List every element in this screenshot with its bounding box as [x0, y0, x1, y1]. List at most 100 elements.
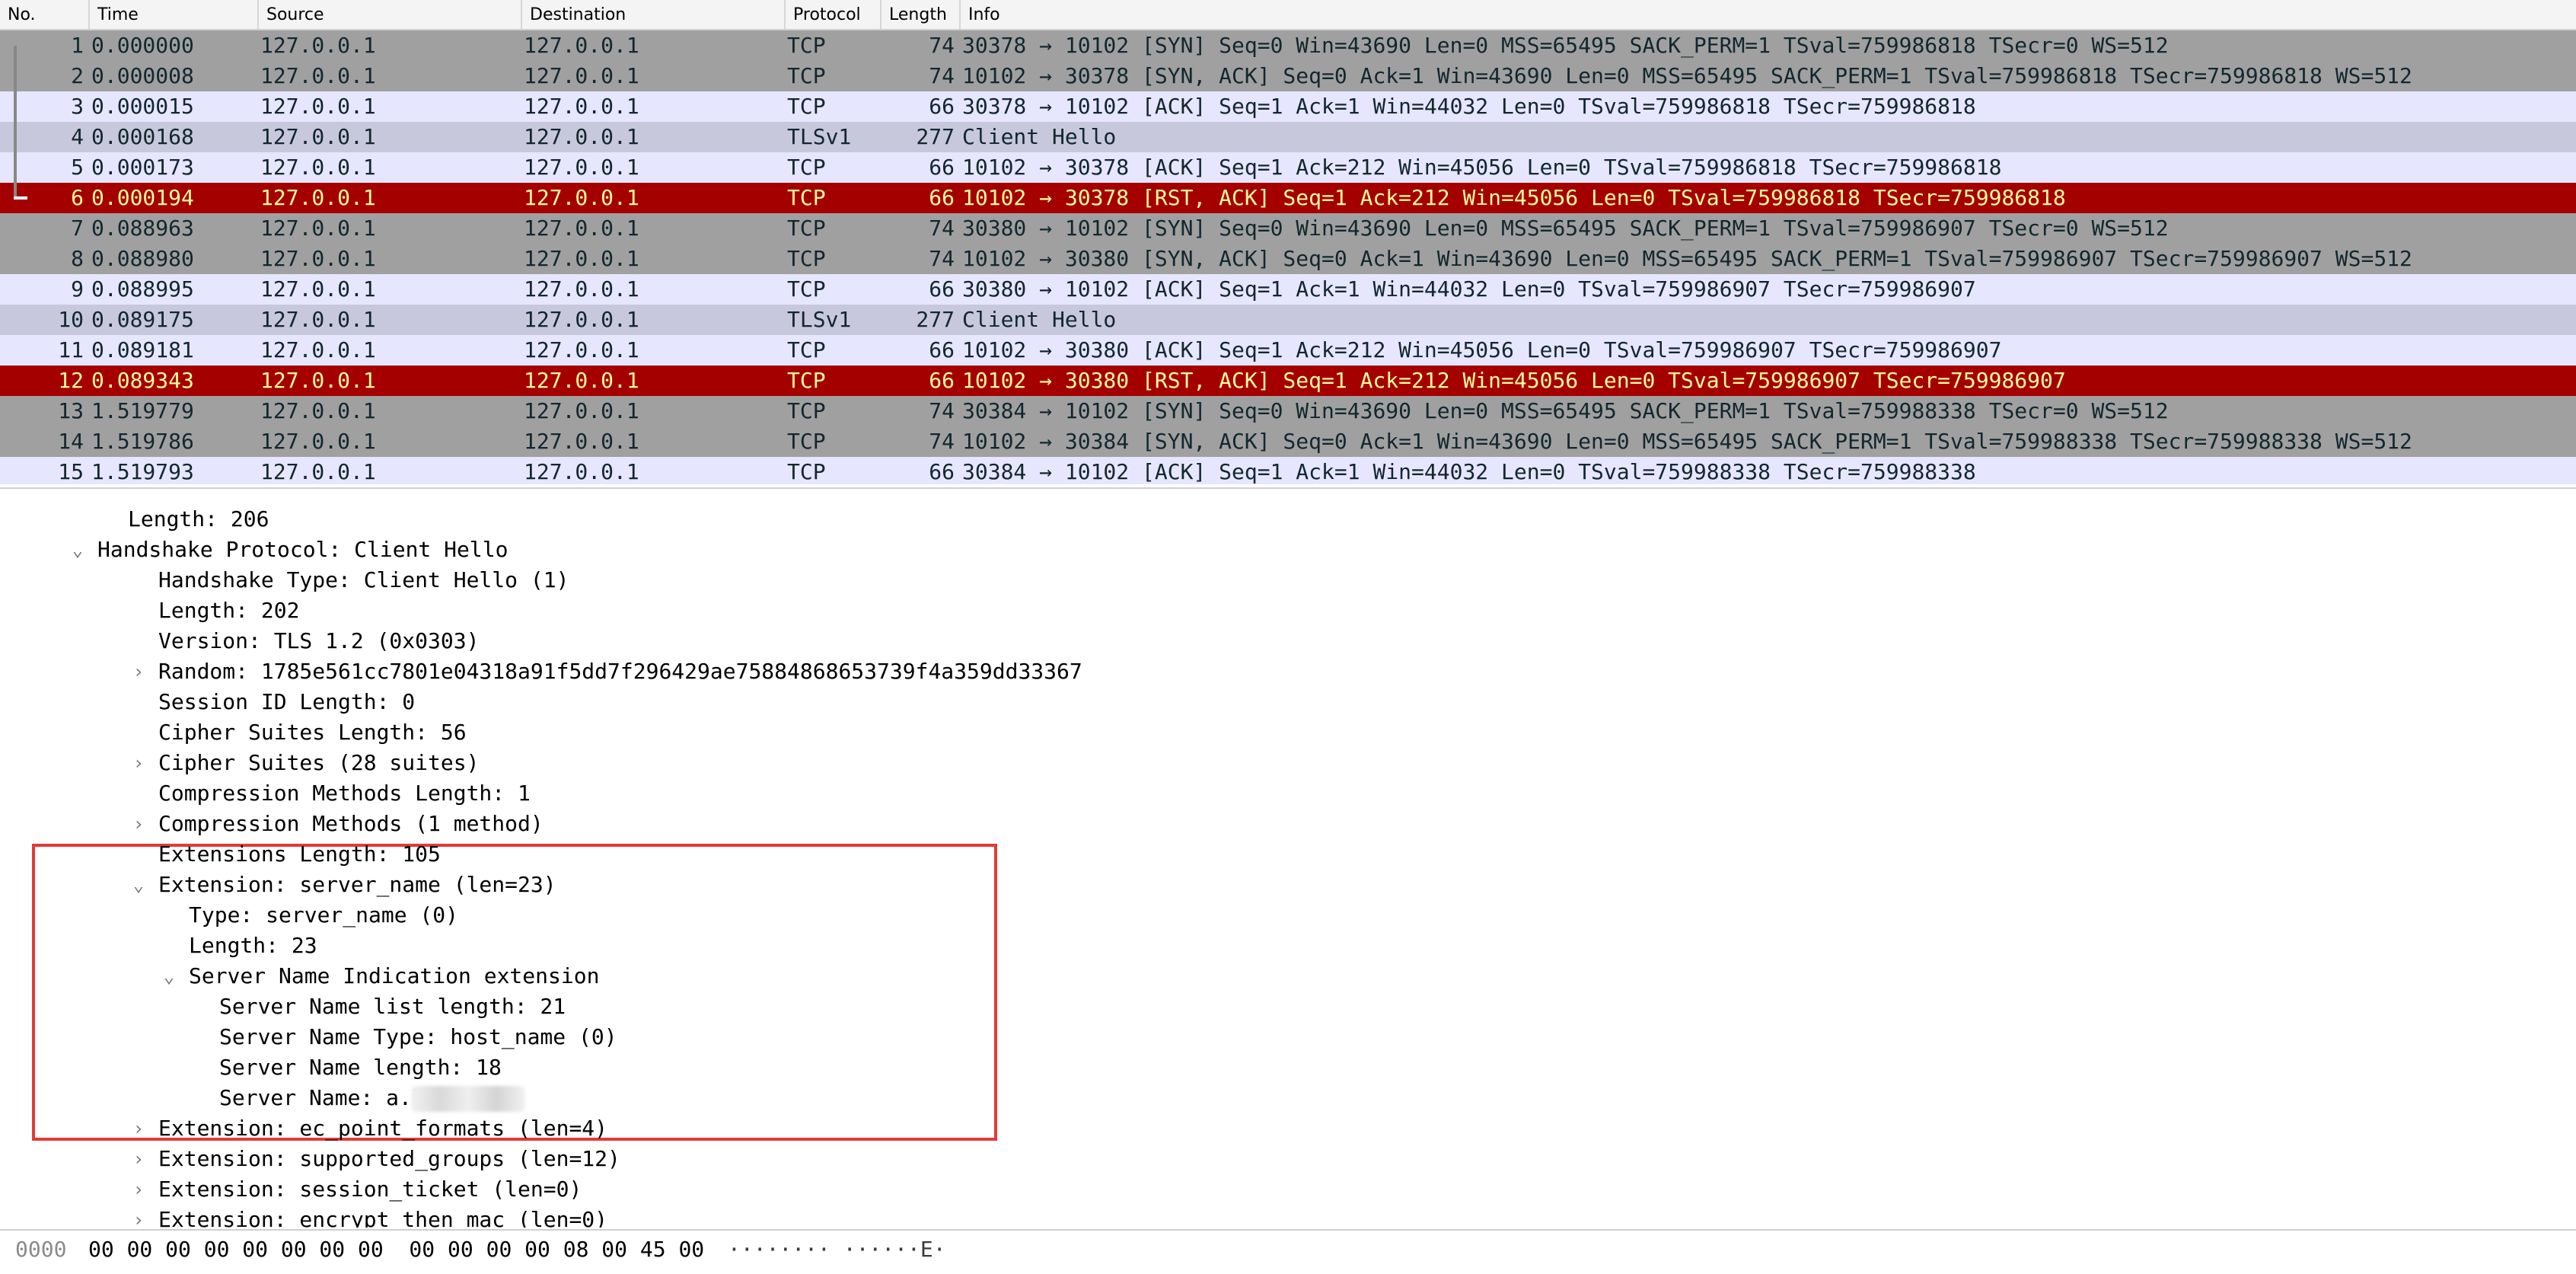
- packet-row[interactable]: 13 1.519779 127.0.0.1 127.0.0.1 TCP 74 30384 →…: [0, 396, 2576, 426]
- detail-tree-item[interactable]: Compression Methods (1 method): [158, 809, 544, 839]
- packet-cell-time: 0.000000: [91, 33, 194, 58]
- packet-cell-len: 66: [929, 185, 955, 210]
- packet-row[interactable]: 12 0.089343 127.0.0.1 127.0.0.1 TCP 66 10102 →…: [0, 366, 2576, 396]
- column-header-time[interactable]: Time: [90, 0, 259, 29]
- conversation-bracket-end: [14, 196, 27, 200]
- packet-cell-src: 127.0.0.1: [260, 94, 376, 119]
- column-header-length[interactable]: Length: [882, 0, 961, 29]
- packet-row[interactable]: 10 0.089175 127.0.0.1 127.0.0.1 TLSv1 277 Clie…: [0, 305, 2576, 335]
- packet-cell-len: 74: [929, 429, 955, 454]
- packet-cell-time: 0.000015: [91, 94, 194, 119]
- detail-tree-item[interactable]: Cipher Suites Length: 56: [158, 717, 467, 748]
- detail-tree-item[interactable]: Length: 206: [128, 504, 269, 535]
- bytes-hex[interactable]: 00 00 00 00 00 00 00 00 00 00 00 00 08 0…: [88, 1237, 704, 1262]
- packet-cell-info: 10102 → 30384 [SYN, ACK] Seq=0 Ack=1 Win…: [962, 429, 2412, 454]
- detail-tree-item[interactable]: Extension: supported_groups (len=12): [158, 1144, 620, 1174]
- detail-tree-item[interactable]: Compression Methods Length: 1: [158, 778, 531, 809]
- packet-row[interactable]: 8 0.088980 127.0.0.1 127.0.0.1 TCP 74 10102 → …: [0, 244, 2576, 274]
- packet-cell-src: 127.0.0.1: [260, 337, 376, 362]
- packet-row[interactable]: 2 0.000008 127.0.0.1 127.0.0.1 TCP 74 10102 → …: [0, 61, 2576, 91]
- packet-cell-len: 74: [929, 246, 955, 271]
- detail-tree-item[interactable]: Extension: server_name (len=23): [158, 870, 556, 900]
- detail-tree-item[interactable]: Handshake Type: Client Hello (1): [158, 565, 569, 595]
- packet-cell-len: 66: [929, 155, 955, 180]
- packet-cell-src: 127.0.0.1: [260, 63, 376, 88]
- packet-row[interactable]: 15 1.519793 127.0.0.1 127.0.0.1 TCP 66 30384 →…: [0, 457, 2576, 484]
- detail-tree-item[interactable]: Random: 1785e561cc7801e04318a91f5dd7f296…: [158, 656, 1082, 687]
- detail-tree-item[interactable]: Session ID Length: 0: [158, 687, 415, 717]
- packet-cell-info: 10102 → 30380 [ACK] Seq=1 Ack=212 Win=45…: [962, 337, 2002, 362]
- collapsed-chevron-icon[interactable]: ›: [129, 1113, 148, 1144]
- packet-cell-src: 127.0.0.1: [260, 429, 376, 454]
- packet-cell-no: 15: [58, 459, 84, 484]
- detail-tree-item[interactable]: Version: TLS 1.2 (0x0303): [158, 626, 479, 656]
- packet-cell-time: 0.000173: [91, 155, 194, 180]
- packet-details-pane[interactable]: Length: 206 ⌄ Handshake Protocol: Client H…: [0, 487, 2576, 1228]
- expanded-chevron-icon[interactable]: ⌄: [160, 961, 178, 991]
- collapsed-chevron-icon[interactable]: ›: [129, 1144, 148, 1174]
- packet-list-pane[interactable]: No. Time Source Destination Protocol Len…: [0, 0, 2576, 484]
- detail-tree-item[interactable]: Extension: encrypt_then_mac (len=0): [158, 1205, 607, 1228]
- detail-tree-item[interactable]: Length: 202: [158, 595, 299, 626]
- packet-cell-info: Client Hello: [962, 307, 1117, 332]
- packet-cell-no: 11: [58, 337, 84, 362]
- collapsed-chevron-icon[interactable]: ›: [129, 656, 148, 687]
- packet-cell-no: 3: [71, 94, 84, 119]
- packet-row[interactable]: 4 0.000168 127.0.0.1 127.0.0.1 TLSv1 277 Clien…: [0, 122, 2576, 152]
- packet-cell-proto: TCP: [787, 216, 826, 241]
- packet-cell-dst: 127.0.0.1: [524, 276, 639, 302]
- detail-tree-item[interactable]: Extensions Length: 105: [158, 839, 441, 870]
- detail-tree-item[interactable]: Type: server_name (0): [189, 900, 458, 931]
- packet-row[interactable]: 11 0.089181 127.0.0.1 127.0.0.1 TCP 66 10102 →…: [0, 335, 2576, 366]
- packet-cell-len: 74: [929, 216, 955, 241]
- packet-bytes-pane[interactable]: 0000 00 00 00 00 00 00 00 00 00 00 00 00…: [0, 1229, 2576, 1274]
- expanded-chevron-icon[interactable]: ⌄: [129, 870, 148, 900]
- column-header-source[interactable]: Source: [259, 0, 522, 29]
- detail-tree-item[interactable]: Extension: ec_point_formats (len=4): [158, 1113, 607, 1144]
- packet-cell-src: 127.0.0.1: [260, 155, 376, 180]
- collapsed-chevron-icon[interactable]: ›: [129, 1174, 148, 1205]
- packet-cell-dst: 127.0.0.1: [524, 185, 639, 210]
- packet-cell-no: 10: [58, 307, 84, 332]
- detail-tree-item[interactable]: Extension: session_ticket (len=0): [158, 1174, 582, 1205]
- collapsed-chevron-icon[interactable]: ›: [129, 748, 148, 778]
- packet-row[interactable]: 7 0.088963 127.0.0.1 127.0.0.1 TCP 74 30380 → …: [0, 213, 2576, 244]
- packet-cell-time: 1.519793: [91, 459, 194, 484]
- detail-tree-item[interactable]: Server Name length: 18: [219, 1052, 502, 1083]
- packet-row[interactable]: 6 0.000194 127.0.0.1 127.0.0.1 TCP 66 10102 → …: [0, 183, 2576, 213]
- packet-cell-src: 127.0.0.1: [260, 246, 376, 271]
- packet-cell-info: Client Hello: [962, 124, 1117, 149]
- packet-cell-src: 127.0.0.1: [260, 185, 376, 210]
- column-header-no[interactable]: No.: [0, 0, 90, 29]
- packet-row[interactable]: 5 0.000173 127.0.0.1 127.0.0.1 TCP 66 10102 → …: [0, 152, 2576, 183]
- packet-row[interactable]: 14 1.519786 127.0.0.1 127.0.0.1 TCP 74 10102 →…: [0, 426, 2576, 457]
- packet-cell-dst: 127.0.0.1: [524, 307, 639, 332]
- detail-tree-item[interactable]: Length: 23: [189, 931, 317, 961]
- bytes-ascii[interactable]: ········ ······E·: [728, 1237, 946, 1262]
- packet-cell-time: 0.088995: [91, 276, 194, 302]
- detail-tree-item[interactable]: Cipher Suites (28 suites): [158, 748, 479, 778]
- packet-row[interactable]: 1 0.000000 127.0.0.1 127.0.0.1 TCP 74 30378 → …: [0, 30, 2576, 61]
- packet-cell-info: 10102 → 30380 [SYN, ACK] Seq=0 Ack=1 Win…: [962, 246, 2412, 271]
- column-header-info[interactable]: Info: [961, 0, 2576, 29]
- packet-cell-dst: 127.0.0.1: [524, 398, 639, 423]
- detail-tree-item[interactable]: Handshake Protocol: Client Hello: [97, 535, 508, 565]
- packet-cell-time: 0.089343: [91, 368, 194, 393]
- column-header-protocol[interactable]: Protocol: [786, 0, 882, 29]
- collapsed-chevron-icon[interactable]: ›: [129, 809, 148, 839]
- packet-row[interactable]: 3 0.000015 127.0.0.1 127.0.0.1 TCP 66 30378 → …: [0, 91, 2576, 122]
- packet-cell-len: 277: [916, 307, 955, 332]
- packet-cell-no: 14: [58, 429, 84, 454]
- detail-tree-item[interactable]: Server Name list length: 21: [219, 991, 566, 1022]
- packet-row[interactable]: 9 0.088995 127.0.0.1 127.0.0.1 TCP 66 30380 → …: [0, 274, 2576, 305]
- detail-tree-item[interactable]: Server Name Indication extension: [189, 961, 599, 991]
- expanded-chevron-icon[interactable]: ⌄: [69, 535, 87, 565]
- detail-tree-item[interactable]: Server Name Type: host_name (0): [219, 1022, 617, 1052]
- packet-cell-no: 2: [71, 63, 84, 88]
- packet-cell-no: 7: [71, 216, 84, 241]
- collapsed-chevron-icon[interactable]: ›: [129, 1205, 148, 1228]
- packet-cell-no: 9: [71, 276, 84, 302]
- packet-cell-len: 74: [929, 398, 955, 423]
- column-header-destination[interactable]: Destination: [522, 0, 786, 29]
- packet-cell-dst: 127.0.0.1: [524, 459, 639, 484]
